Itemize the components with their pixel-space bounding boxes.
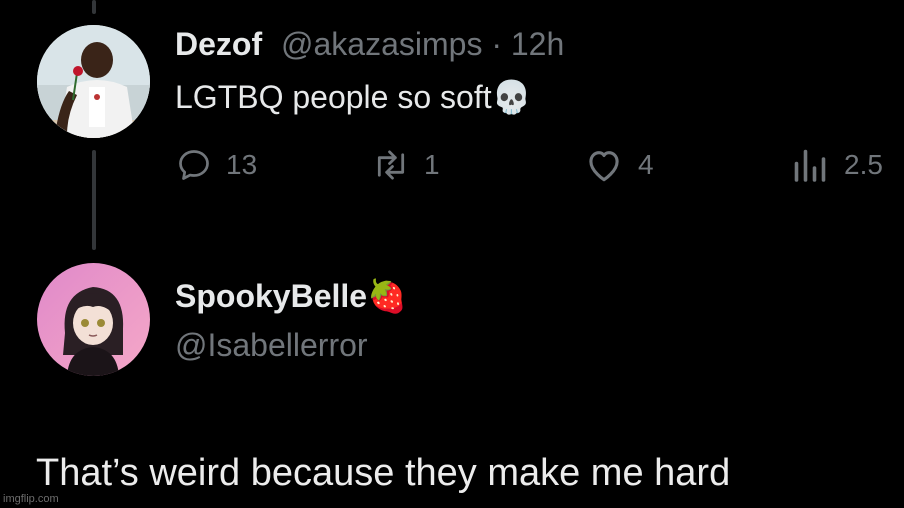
reply-button[interactable]: 13 (176, 143, 257, 187)
like-button[interactable]: 4 (584, 143, 654, 187)
avatar[interactable] (37, 25, 150, 138)
reply-icon (179, 150, 209, 180)
avatar-photo (37, 25, 150, 138)
retweet-icon (377, 150, 405, 180)
avatar-drawing (37, 263, 150, 376)
retweet-button[interactable]: 1 (372, 143, 440, 187)
retweet-count: 1 (424, 149, 440, 180)
handle[interactable]: @akazasimps (281, 26, 482, 62)
tweet-text-content: LGTBQ people so soft (175, 79, 492, 115)
watermark: imgflip.com (3, 493, 59, 505)
heart-icon (589, 151, 619, 182)
reply-header: SpookyBelle🍓 (175, 277, 407, 315)
strawberry-emoji: 🍓 (367, 278, 407, 314)
display-name[interactable]: Dezof (175, 26, 262, 62)
thread-line-top (92, 0, 96, 14)
skull-emoji: 💀 (491, 79, 532, 115)
views-count: 2.5 (844, 149, 883, 180)
reply-count: 13 (226, 149, 258, 180)
reply-avatar[interactable] (37, 263, 150, 376)
reply-text: That’s weird because they make me hard (36, 452, 731, 494)
tweet-text: LGTBQ people so soft💀 (175, 78, 531, 116)
views-icon (794, 149, 826, 182)
reply-handle[interactable]: @Isabellerror (175, 326, 368, 364)
views-button[interactable]: 2.5 (790, 143, 883, 187)
like-count: 4 (638, 149, 654, 180)
separator: · (491, 26, 502, 62)
reply-display-name[interactable]: SpookyBelle (175, 278, 367, 314)
timestamp[interactable]: 12h (511, 26, 564, 62)
tweet-header: Dezof @akazasimps · 12h (175, 26, 564, 62)
thread-line (92, 150, 96, 250)
